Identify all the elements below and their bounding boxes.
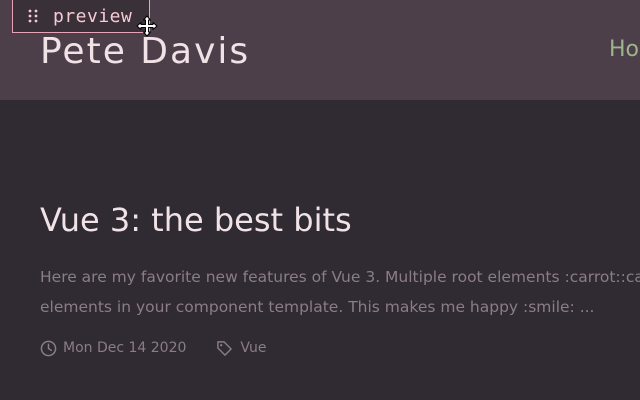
post-excerpt: Here are my favorite new features of Vue… <box>40 262 640 322</box>
post-date: Mon Dec 14 2020 <box>63 340 187 356</box>
clock-icon <box>40 340 57 356</box>
move-cursor-icon <box>136 15 158 37</box>
preview-label: preview <box>53 6 133 27</box>
post-meta: Mon Dec 14 2020 Vue <box>40 337 267 359</box>
preview-badge[interactable]: preview <box>12 0 150 33</box>
nav-link-home[interactable]: Ho <box>609 36 639 64</box>
grip-icon[interactable] <box>27 9 39 23</box>
post-title[interactable]: Vue 3: the best bits <box>40 200 352 240</box>
excerpt-line: Here are my favorite new features of Vue… <box>40 268 640 286</box>
post-tag-link[interactable]: Vue <box>240 340 266 356</box>
excerpt-line: elements in your component template. Thi… <box>40 298 595 316</box>
tag-icon <box>217 340 233 356</box>
